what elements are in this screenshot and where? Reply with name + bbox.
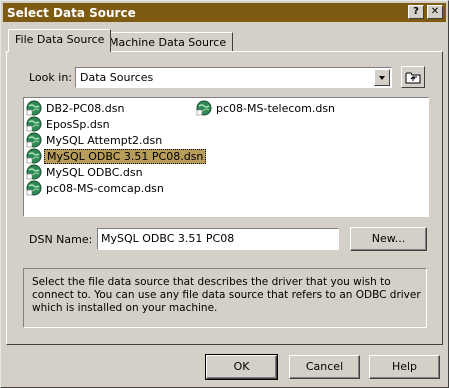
file-name: DB2-PC08.dsn xyxy=(46,101,125,115)
file-name: MySQL ODBC 3.51 PC08.dsn xyxy=(44,148,207,164)
folder-up-icon xyxy=(405,72,421,84)
info-text: Select the file data source that describ… xyxy=(32,276,421,314)
help-button[interactable]: Help xyxy=(369,355,440,379)
close-button[interactable]: ✕ xyxy=(427,5,443,19)
new-dsn-button[interactable]: New... xyxy=(350,227,427,251)
look-in-label: Look in: xyxy=(29,71,72,84)
look-in-dropdown[interactable]: Data Sources xyxy=(75,67,392,88)
file-name: EposSp.dsn xyxy=(46,117,110,131)
dialog-title: Select Data Source xyxy=(7,5,136,20)
list-item[interactable]: MySQL ODBC.dsn xyxy=(26,164,145,180)
file-name: MySQL Attempt2.dsn xyxy=(46,133,163,147)
tab-label: Machine Data Source xyxy=(109,36,227,49)
file-name: pc08-MS-comcap.dsn xyxy=(46,181,164,195)
dsn-file-icon xyxy=(26,148,42,164)
file-name: MySQL ODBC.dsn xyxy=(46,165,143,179)
list-item[interactable]: EposSp.dsn xyxy=(26,116,112,132)
cancel-button[interactable]: Cancel xyxy=(289,355,360,379)
tab-machine-data-source[interactable]: Machine Data Source xyxy=(102,32,234,53)
ok-button[interactable]: OK xyxy=(205,354,278,380)
dsn-file-icon xyxy=(26,116,42,132)
tab-file-data-source[interactable]: File Data Source xyxy=(8,29,112,52)
dsn-file-icon xyxy=(26,100,42,116)
dsn-file-icon xyxy=(26,132,42,148)
title-bar[interactable]: Select Data Source ? ✕ xyxy=(3,3,446,22)
dsn-file-icon xyxy=(26,180,42,196)
dsn-name-value: MySQL ODBC 3.51 PC08 xyxy=(101,232,235,245)
info-box: Select the file data source that describ… xyxy=(23,268,427,328)
list-item[interactable]: MySQL Attempt2.dsn xyxy=(26,132,164,148)
list-item[interactable]: pc08-MS-comcap.dsn xyxy=(26,180,166,196)
select-data-source-dialog: Select Data Source ? ✕ File Data Source … xyxy=(0,0,449,388)
tab-label: File Data Source xyxy=(15,33,105,46)
list-item[interactable]: MySQL ODBC 3.51 PC08.dsn xyxy=(26,148,207,164)
look-in-value: Data Sources xyxy=(80,71,154,84)
list-item[interactable]: DB2-PC08.dsn xyxy=(26,100,126,116)
dsn-file-icon xyxy=(26,164,42,180)
dsn-name-label: DSN Name: xyxy=(29,233,93,246)
file-list[interactable]: DB2-PC08.dsn EposSp.dsn MySQL Attempt2.dsn… xyxy=(23,97,429,217)
up-one-level-button[interactable] xyxy=(401,66,425,88)
dsn-name-field[interactable]: MySQL ODBC 3.51 PC08 xyxy=(97,228,339,250)
help-title-button[interactable]: ? xyxy=(408,5,424,19)
file-name: pc08-MS-telecom.dsn xyxy=(216,101,336,115)
list-item[interactable]: pc08-MS-telecom.dsn xyxy=(196,100,337,116)
dsn-file-icon xyxy=(196,100,212,116)
chevron-down-icon[interactable] xyxy=(374,69,390,86)
